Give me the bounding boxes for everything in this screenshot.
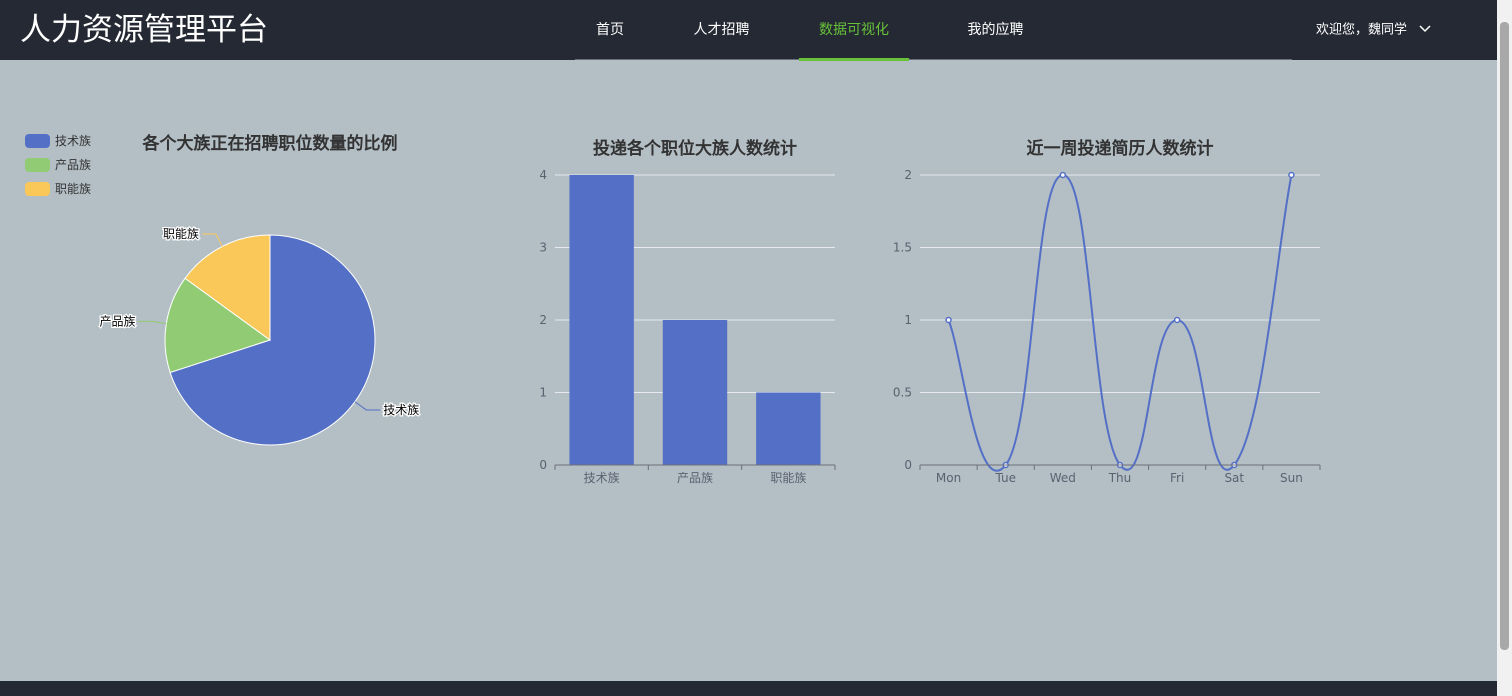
x-tick-label: Sun <box>1280 471 1303 485</box>
y-tick-label: 1 <box>539 386 547 400</box>
scrollbar-thumb[interactable] <box>1500 22 1509 650</box>
y-tick-label: 3 <box>539 241 547 255</box>
line-point[interactable] <box>1288 171 1295 179</box>
x-tick-label: Tue <box>994 471 1016 485</box>
x-tick-label: Sat <box>1224 471 1244 485</box>
y-tick-label: 0.5 <box>893 386 912 400</box>
user-menu[interactable]: 欢迎您，魏同学 <box>1316 0 1431 60</box>
top-navigation-bar: 人力资源管理平台 首页 人才招聘 数据可视化 我的应聘 欢迎您，魏同学 <box>0 0 1497 61</box>
y-tick-label: 2 <box>539 313 547 327</box>
nav-item-home[interactable]: 首页 <box>575 0 645 60</box>
pie-label-line <box>354 401 381 411</box>
x-tick-label: Wed <box>1050 471 1076 485</box>
x-tick-label: 技术族 <box>584 471 620 485</box>
y-tick-label: 0 <box>539 458 547 472</box>
main-nav: 首页 人才招聘 数据可视化 我的应聘 <box>575 0 1292 61</box>
line-series-path[interactable] <box>947 173 1293 472</box>
y-tick-label: 1.5 <box>893 241 912 255</box>
pie-chart: 各个大族正在招聘职位数量的比例 技术族产品族职能族 技术族产品族职能族 <box>25 133 421 446</box>
y-tick-label: 4 <box>539 168 547 182</box>
y-tick-label: 1 <box>904 313 912 327</box>
pie-label-line <box>201 233 223 247</box>
bar[interactable] <box>662 320 728 465</box>
pie-slice-label: 技术族 <box>383 403 419 417</box>
x-tick-label: Fri <box>1170 471 1184 485</box>
pie-legend-swatch[interactable] <box>25 158 50 172</box>
pie-legend-swatch[interactable] <box>25 182 50 196</box>
pie-legend-label[interactable]: 职能族 <box>55 182 91 196</box>
x-tick-label: 职能族 <box>770 471 806 485</box>
bar-chart-title: 投递各个职位大族人数统计 <box>593 138 797 159</box>
app-brand-title: 人力资源管理平台 <box>20 12 268 48</box>
user-greeting: 欢迎您，魏同学 <box>1316 22 1408 38</box>
nav-item-data-visualization[interactable]: 数据可视化 <box>799 0 909 61</box>
footer <box>0 681 1497 696</box>
bar[interactable] <box>569 175 634 465</box>
chevron-down-icon <box>1419 0 1431 60</box>
pie-chart-title: 各个大族正在招聘职位数量的比例 <box>142 133 398 154</box>
x-tick-label: 产品族 <box>677 471 713 485</box>
pie-legend-label[interactable]: 技术族 <box>55 134 91 148</box>
line-point[interactable] <box>945 316 952 324</box>
pie-slice-label: 产品族 <box>99 314 135 328</box>
nav-item-recruitment[interactable]: 人才招聘 <box>672 0 771 60</box>
line-chart-title: 近一周投递简历人数统计 <box>1027 138 1214 159</box>
line-chart: 近一周投递简历人数统计 0 0.5 1 1.5 2 Mon Tue Wed Thu Fri Sat… <box>893 138 1321 485</box>
nav-item-my-applications[interactable]: 我的应聘 <box>937 0 1054 60</box>
pie-legend-swatch[interactable] <box>25 134 50 148</box>
pie-legend-label[interactable]: 产品族 <box>55 158 91 172</box>
pie-label-line <box>138 320 167 325</box>
line-point[interactable] <box>1059 171 1067 179</box>
y-tick-label: 0 <box>904 458 912 472</box>
line-point[interactable] <box>1173 316 1181 324</box>
x-tick-label: Thu <box>1108 471 1132 485</box>
x-tick-label: Mon <box>936 471 961 485</box>
bar-chart: 投递各个职位大族人数统计 0 1 2 3 4 技术族 产品族 职能族 <box>539 138 836 485</box>
bar[interactable] <box>756 392 821 466</box>
pie-slice-label: 职能族 <box>163 227 199 241</box>
y-tick-label: 2 <box>904 168 912 182</box>
